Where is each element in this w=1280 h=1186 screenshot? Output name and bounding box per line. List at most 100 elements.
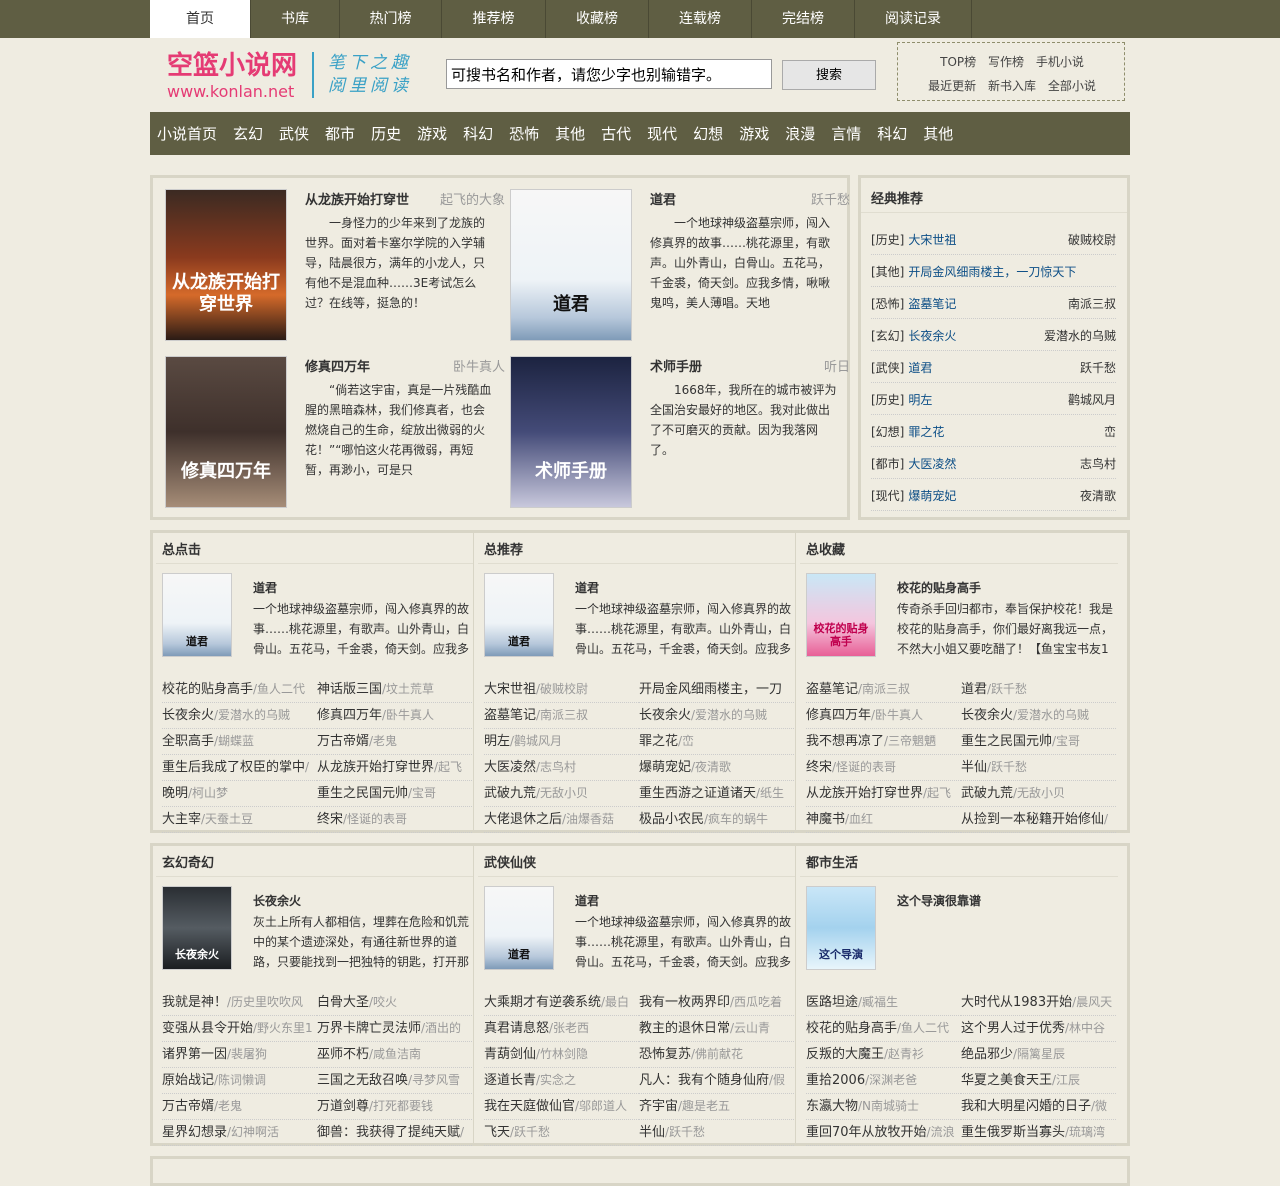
column-heading[interactable]: 总推荐 (484, 539, 523, 558)
list-item[interactable]: 神魔书/血红 (806, 806, 961, 833)
category-link[interactable]: 言情 (831, 123, 861, 144)
book-author[interactable]: /最白 (601, 995, 629, 1009)
book-author[interactable]: 夜清歌 (1080, 482, 1116, 510)
book-author[interactable]: /爱潜水的乌贼 (691, 708, 767, 722)
list-item[interactable]: 半仙/跃千愁 (639, 1119, 794, 1146)
book-link[interactable]: 神话版三国 (317, 682, 382, 697)
book-title[interactable]: 道君 (575, 579, 599, 596)
book-link[interactable]: 从龙族开始打穿世界 (317, 760, 434, 775)
book-link[interactable]: 神魔书 (806, 812, 845, 827)
book-author[interactable]: 爱潜水的乌贼 (1044, 322, 1116, 350)
list-item[interactable]: 凡人：我有个随身仙府/假 (639, 1067, 794, 1094)
book-cover[interactable]: 长夜余火 (162, 886, 232, 970)
book-author[interactable]: /卧牛真人 (382, 708, 434, 722)
book-link[interactable]: 御兽：我获得了提纯天赋 (317, 1125, 460, 1140)
book-link[interactable]: 大宋世祖 (484, 682, 536, 697)
book-author[interactable]: 跃千愁 (811, 189, 850, 208)
book-author[interactable]: /咬火 (369, 995, 397, 1009)
book-author[interactable]: /野火东里1 (253, 1021, 313, 1035)
book-link[interactable]: 医路坦途 (806, 995, 858, 1010)
book-link[interactable]: 诸界第一因 (162, 1047, 227, 1062)
book-link[interactable]: 三国之无敌召唤 (317, 1073, 408, 1088)
book-cover[interactable]: 道君 (484, 886, 554, 970)
list-item[interactable]: 华夏之美食天王/江辰 (961, 1067, 1116, 1094)
book-link[interactable]: 齐宇宙 (639, 1099, 678, 1114)
list-item[interactable]: 校花的贴身高手/鱼人二代 (806, 1015, 961, 1042)
book-author[interactable]: 跃千愁 (1080, 354, 1116, 382)
book-author[interactable]: /坟土荒草 (382, 682, 434, 696)
classic-item[interactable]: [历史] 明左 鹳城风月 (871, 386, 1116, 415)
nav-serial-rank[interactable]: 连载榜 (649, 0, 752, 38)
column-heading[interactable]: 玄幻奇幻 (162, 852, 214, 871)
classic-item[interactable]: [其他] 开局金风细雨楼主，一刀惊天下 (871, 258, 1116, 287)
book-link[interactable]: 逐道长青 (484, 1073, 536, 1088)
book-link[interactable]: 我在天庭做仙官 (484, 1099, 575, 1114)
book-cover[interactable]: 从龙族开始打穿世界 (165, 189, 287, 341)
book-author[interactable]: /西瓜吃着 (730, 995, 782, 1009)
book-link[interactable]: 开局金风细雨楼主，一刀 (639, 682, 782, 697)
book-link[interactable]: 全职高手 (162, 734, 214, 749)
featured-book[interactable]: 从龙族开始打穿世界 从龙族开始打穿世 起飞的大象 一身怪力的少年来到了龙族的世界。面对… (165, 189, 505, 347)
column-heading[interactable]: 总点击 (162, 539, 201, 558)
list-item[interactable]: 重拾2006/深渊老爸 (806, 1067, 961, 1094)
list-item[interactable]: 原始战记/陈词懒调 (162, 1067, 317, 1094)
book-author[interactable]: /爱潜水的乌贼 (214, 708, 290, 722)
list-item[interactable]: 飞天/跃千愁 (484, 1119, 639, 1146)
list-item[interactable]: 大时代从1983开始/晨风天 (961, 989, 1116, 1016)
list-item[interactable]: 万道剑尊/打死都要钱 (317, 1093, 472, 1120)
book-author[interactable]: /纸生 (756, 786, 784, 800)
category-link[interactable]: 历史 (371, 123, 401, 144)
book-author[interactable]: /疯车的蜗牛 (704, 812, 768, 826)
featured-book[interactable]: 术师手册 术师手册 听日 1668年，我所在的城市被评为全国治安最好的地区。我对此做出… (510, 356, 850, 514)
book-link[interactable]: 重回70年从放牧开始 (806, 1125, 927, 1140)
book-author[interactable]: /N南城骑士 (858, 1099, 919, 1113)
book-link[interactable]: 校花的贴身高手 (162, 682, 253, 697)
book-author[interactable]: / (305, 760, 309, 774)
book-author[interactable]: /起飞 (923, 786, 951, 800)
list-item[interactable]: 重回70年从放牧开始/流浪 (806, 1119, 961, 1146)
book-link[interactable]: 重生之民国元帅 (317, 786, 408, 801)
book-link[interactable]: 长夜余火 (908, 329, 956, 343)
classic-item[interactable]: [历史] 大宋世祖 破贼校尉 (871, 226, 1116, 255)
list-item[interactable]: 大佬退休之后/油爆香菇 (484, 806, 639, 833)
book-author[interactable]: / (1104, 812, 1108, 826)
book-link[interactable]: 爆萌宠妃 (639, 760, 691, 775)
book-link[interactable]: 盗墓笔记 (806, 682, 858, 697)
book-author[interactable]: /张老西 (549, 1021, 589, 1035)
book-link[interactable]: 真君请息怒 (484, 1021, 549, 1036)
list-item[interactable]: 医路坦途/臧福生 (806, 989, 961, 1016)
category-link[interactable]: 游戏 (739, 123, 769, 144)
book-link[interactable]: 明左 (484, 734, 510, 749)
book-author[interactable]: /鹳城风月 (510, 734, 562, 748)
book-author[interactable]: /微 (1091, 1099, 1107, 1113)
category-link[interactable]: 恐怖 (509, 123, 539, 144)
book-author[interactable]: /油爆香菇 (562, 812, 614, 826)
book-author[interactable]: /竹林剑隐 (536, 1047, 588, 1061)
book-link[interactable]: 明左 (908, 393, 932, 407)
category-link[interactable]: 浪漫 (785, 123, 815, 144)
list-item[interactable]: 青葫剑仙/竹林剑隐 (484, 1041, 639, 1068)
list-item[interactable]: 重生俄罗斯当寡头/琉璃湾 (961, 1119, 1116, 1146)
list-item[interactable]: 反叛的大魔王/赵青衫 (806, 1041, 961, 1068)
list-item[interactable]: 爆萌宠妃/夜清歌 (639, 754, 794, 781)
list-item[interactable]: 星界幻想录/幻神啊活 (162, 1119, 317, 1146)
book-author[interactable]: /赵青衫 (884, 1047, 924, 1061)
link-mobile[interactable]: 手机小说 (1036, 55, 1084, 69)
book-cover[interactable]: 道君 (510, 189, 632, 341)
book-link[interactable]: 原始战记 (162, 1073, 214, 1088)
category-link[interactable]: 武侠 (279, 123, 309, 144)
category-link[interactable]: 小说首页 (157, 123, 217, 144)
book-link[interactable]: 长夜余火 (639, 708, 691, 723)
list-item[interactable]: 诸界第一因/裴屠狗 (162, 1041, 317, 1068)
book-link[interactable]: 极品小农民 (639, 812, 704, 827)
book-cover[interactable]: 术师手册 (510, 356, 632, 508)
book-author[interactable]: /历史里吹吹风 (227, 995, 303, 1009)
book-author[interactable]: /跃千愁 (987, 760, 1027, 774)
book-link[interactable]: 变强从县令开始 (162, 1021, 253, 1036)
book-link[interactable]: 青葫剑仙 (484, 1047, 536, 1062)
book-cover[interactable]: 修真四万年 (165, 356, 287, 508)
list-item[interactable]: 从捡到一本秘籍开始修仙/ (961, 806, 1116, 833)
link-all-novels[interactable]: 全部小说 (1048, 79, 1096, 93)
book-author[interactable]: /志鸟村 (536, 760, 576, 774)
book-title[interactable]: 长夜余火 (253, 892, 301, 909)
